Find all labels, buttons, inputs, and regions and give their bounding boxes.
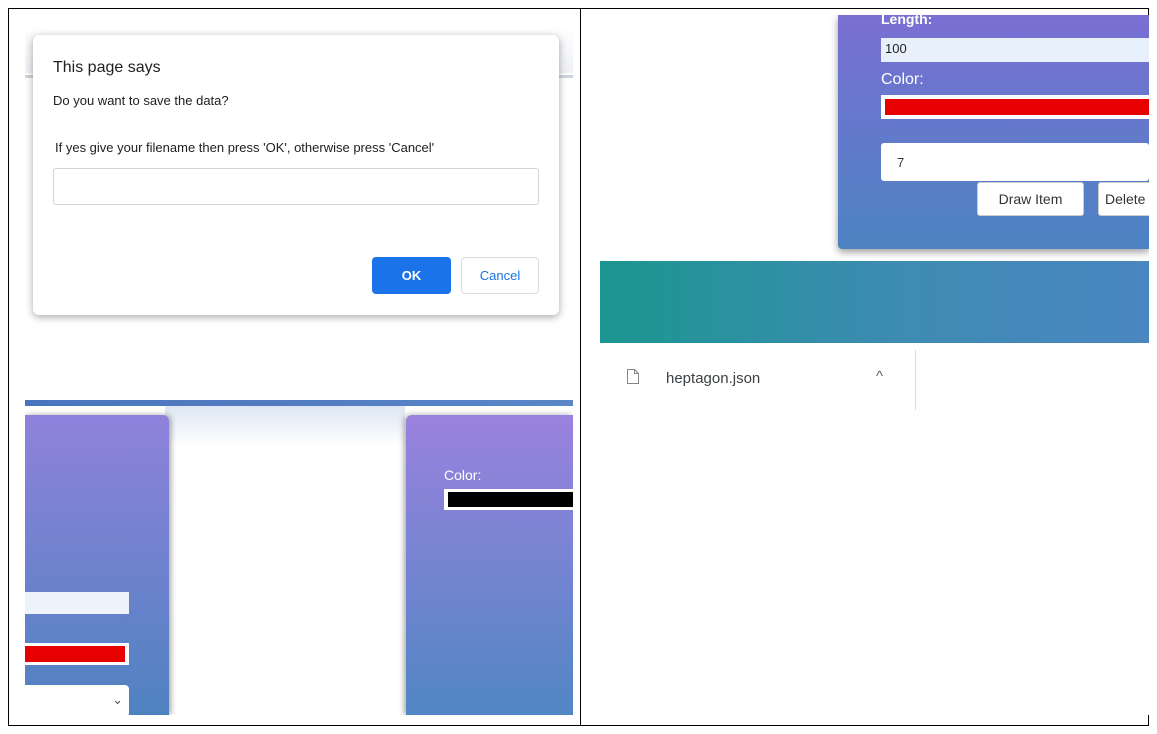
dialog-title: This page says xyxy=(53,59,161,76)
footer-band xyxy=(600,261,1149,343)
shape-form-card-right: Color: xyxy=(406,415,573,715)
sides-input[interactable]: 7 xyxy=(881,143,1149,181)
file-icon xyxy=(627,369,639,384)
filename-input[interactable] xyxy=(53,168,539,205)
length-input[interactable]: 100 xyxy=(881,38,1149,62)
red-swatch xyxy=(885,99,1149,115)
color-picker-red[interactable] xyxy=(25,643,129,665)
bottom-rule xyxy=(8,725,1149,726)
shape-form-card: Length: 100 Color: 7 Draw Item Delete xyxy=(838,15,1149,249)
length-label: Length: xyxy=(881,15,933,27)
background-app-view: ⌄ Color: xyxy=(25,400,573,715)
caret-up-icon[interactable]: ^ xyxy=(876,368,883,385)
left-pane: This page says Do you want to save the d… xyxy=(25,25,573,715)
black-swatch xyxy=(448,492,573,507)
shape-form-card-left: ⌄ xyxy=(25,415,169,715)
download-separator xyxy=(915,350,916,410)
color-picker[interactable] xyxy=(881,95,1149,119)
right-pane: Length: 100 Color: 7 Draw Item Delete he… xyxy=(600,15,1149,715)
dialog-instructions: If yes give your filename then press 'OK… xyxy=(55,140,435,155)
chevron-down-icon: ⌄ xyxy=(112,692,123,707)
prompt-dialog: This page says Do you want to save the d… xyxy=(33,35,559,315)
color-label: Color: xyxy=(881,71,924,88)
color-label: Color: xyxy=(444,467,482,483)
ok-button[interactable]: OK xyxy=(372,257,451,294)
red-swatch xyxy=(25,646,125,662)
delete-button[interactable]: Delete xyxy=(1098,182,1149,216)
cancel-button[interactable]: Cancel xyxy=(461,257,539,294)
color-picker-black[interactable] xyxy=(444,489,573,510)
shape-select[interactable]: ⌄ xyxy=(25,685,129,715)
app-glow xyxy=(165,406,405,446)
download-filename[interactable]: heptagon.json xyxy=(666,370,760,387)
length-input[interactable] xyxy=(25,592,129,614)
download-item[interactable]: heptagon.json ^ xyxy=(600,350,916,410)
draw-item-button[interactable]: Draw Item xyxy=(977,182,1084,216)
pane-divider xyxy=(580,8,581,726)
dialog-message: Do you want to save the data? xyxy=(53,93,229,108)
